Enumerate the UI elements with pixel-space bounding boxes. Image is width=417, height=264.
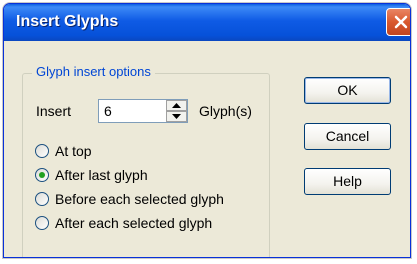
insert-label: Insert	[36, 103, 72, 119]
option-label: After last glyph	[55, 167, 148, 183]
radio-at-top[interactable]	[35, 144, 49, 158]
radio-before-each-selected[interactable]	[35, 192, 49, 206]
cancel-button[interactable]: Cancel	[304, 123, 391, 150]
dialog-body: Glyph insert options Insert 6 Glyph(s) A…	[7, 41, 407, 257]
spin-up-button[interactable]	[166, 100, 187, 111]
radio-after-each-selected[interactable]	[35, 216, 49, 230]
glyph-insert-options-group: Glyph insert options Insert 6 Glyph(s) A…	[22, 64, 270, 257]
ok-button[interactable]: OK	[304, 77, 391, 104]
radio-selected-dot	[39, 172, 45, 178]
units-label: Glyph(s)	[199, 103, 252, 119]
option-label: At top	[55, 143, 92, 159]
insert-glyphs-dialog: Insert Glyphs Glyph insert options Inser…	[3, 3, 411, 258]
option-label: After each selected glyph	[55, 215, 213, 231]
close-button[interactable]	[386, 8, 410, 36]
dialog-title: Insert Glyphs	[16, 13, 119, 30]
radio-after-last-glyph[interactable]	[35, 168, 49, 182]
arrow-down-icon	[172, 114, 181, 119]
group-label: Glyph insert options	[32, 64, 155, 79]
title-bar[interactable]: Insert Glyphs	[4, 4, 410, 41]
arrow-up-icon	[172, 103, 181, 108]
insert-count-spinner	[166, 100, 187, 122]
spin-down-button[interactable]	[166, 111, 187, 122]
option-label: Before each selected glyph	[55, 191, 224, 207]
close-icon	[394, 15, 408, 29]
help-button[interactable]: Help	[304, 168, 391, 195]
